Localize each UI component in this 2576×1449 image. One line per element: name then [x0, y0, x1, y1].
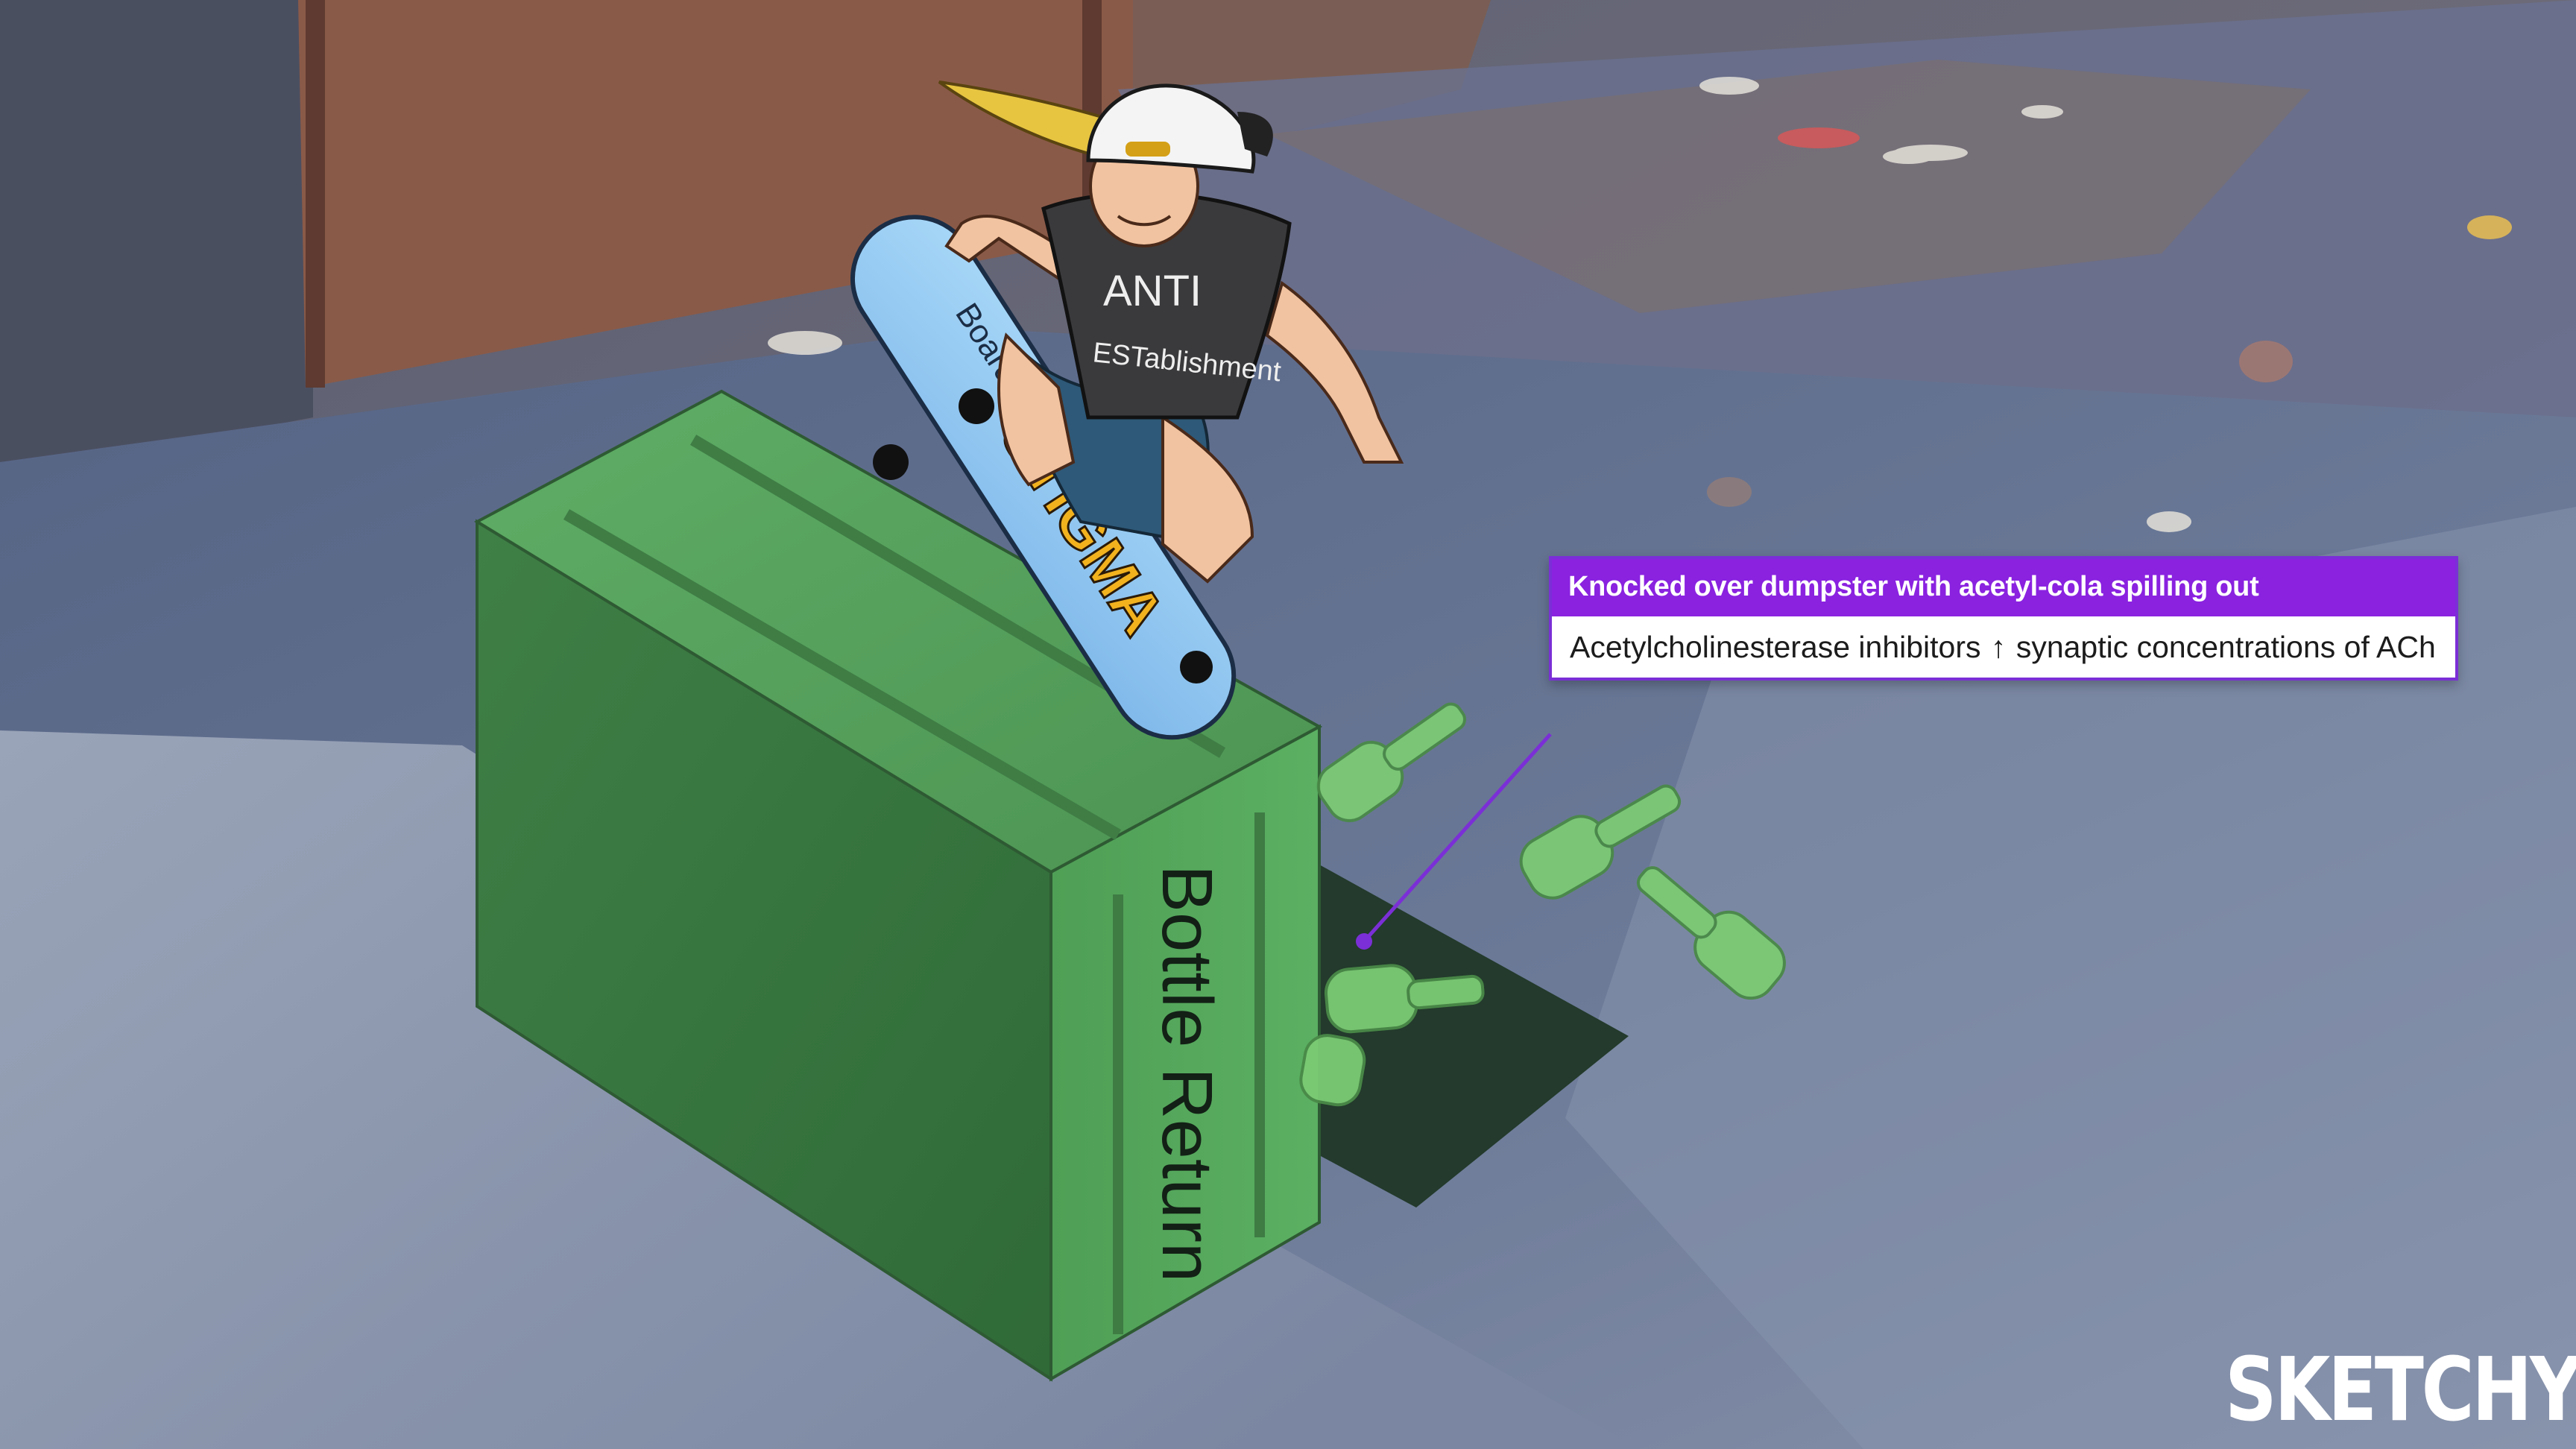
- callout-body-suffix: synaptic concentrations of ACh: [2015, 630, 2436, 664]
- scene-drawing: Bottle Return STIGMA Board ANTI ESTablis…: [0, 0, 2576, 1449]
- annotation-callout: Knocked over dumpster with acetyl-cola s…: [1549, 556, 2458, 681]
- left-wall: [0, 0, 313, 477]
- callout-title: Knocked over dumpster with acetyl-cola s…: [1552, 559, 2455, 616]
- callout-body-prefix: Acetylcholinesterase inhibitors: [1570, 630, 1981, 664]
- brand-logo: SKETCHY: [2225, 1338, 2576, 1441]
- illustration-scene: Bottle Return STIGMA Board ANTI ESTablis…: [0, 0, 2576, 1449]
- dumpster-label: Bottle Return: [1147, 865, 1227, 1282]
- shirt-text-line1: ANTI: [1103, 267, 1202, 315]
- callout-body: Acetylcholinesterase inhibitors ↑ synapt…: [1552, 616, 2455, 678]
- callout-pointer-dot: [1356, 933, 1372, 950]
- arrow-up-icon: ↑: [1990, 630, 2007, 664]
